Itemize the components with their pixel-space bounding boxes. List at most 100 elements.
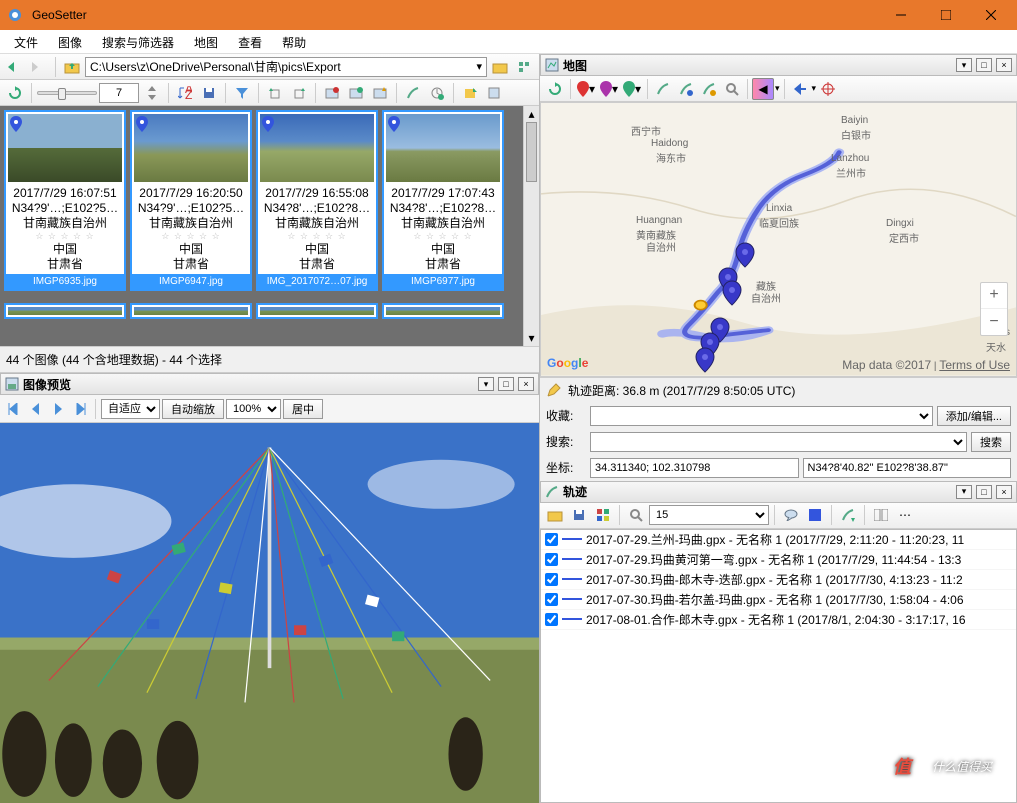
track-row[interactable]: 2017-07-30.玛曲-若尔盖-玛曲.gpx - 无名称 1 (2017/7… — [541, 590, 1016, 610]
track-checkbox[interactable] — [545, 593, 558, 606]
panel-dropdown-button[interactable]: ▾ — [956, 485, 972, 499]
map-view[interactable]: 西宁市 Haidong 海东市 Baiyin 白银市 Lanzhou 兰州市 L… — [540, 102, 1017, 377]
panel-maximize-button[interactable]: □ — [976, 485, 992, 499]
geo-mode2-button[interactable] — [345, 82, 367, 104]
tree-button[interactable] — [513, 56, 535, 78]
fit-select[interactable]: 自适应 — [101, 399, 160, 419]
tracks-button[interactable] — [402, 82, 424, 104]
thumbnail[interactable]: 2017/7/29 16:07:51 N34?9'…;E102?5… 甘南藏族自… — [4, 110, 126, 291]
crosshair-button[interactable] — [817, 78, 839, 100]
thumbnail-scrollbar[interactable]: ▴ ▾ — [523, 106, 539, 346]
spinner-up-down[interactable] — [141, 82, 163, 104]
open-track-button[interactable] — [544, 504, 566, 526]
menu-file[interactable]: 文件 — [4, 30, 48, 53]
menu-map[interactable]: 地图 — [184, 30, 228, 53]
last-button[interactable] — [70, 399, 90, 419]
track-row[interactable]: 2017-08-01.合作-郎木寺.gpx - 无名称 1 (2017/8/1,… — [541, 610, 1016, 630]
track-row[interactable]: 2017-07-29.玛曲黄河第一弯.gpx - 无名称 1 (2017/7/2… — [541, 550, 1016, 570]
save-all-button[interactable] — [198, 82, 220, 104]
favorites-select[interactable] — [590, 406, 933, 426]
zoom-select[interactable]: 100% — [226, 399, 281, 419]
zoom-out-button[interactable]: − — [981, 309, 1007, 335]
track-checkbox[interactable] — [545, 613, 558, 626]
minimize-button[interactable] — [878, 0, 923, 30]
coords-dms-input[interactable] — [803, 458, 1012, 478]
panel-dropdown-button[interactable]: ▾ — [956, 58, 972, 72]
menu-help[interactable]: 帮助 — [272, 30, 316, 53]
track-sync-button[interactable] — [837, 504, 859, 526]
panel-close-button[interactable]: × — [518, 377, 534, 391]
search-submit-button[interactable]: 搜索 — [971, 432, 1011, 452]
add-edit-button[interactable]: 添加/编辑... — [937, 406, 1011, 426]
back-button[interactable] — [4, 56, 26, 78]
open-folder-button[interactable] — [489, 56, 511, 78]
thumbnail[interactable]: 2017/7/29 17:07:43 N34?8'…;E102?8… 甘南藏族自… — [382, 110, 504, 291]
up-folder-button[interactable] — [61, 56, 83, 78]
track-tag-button[interactable] — [698, 78, 720, 100]
track-row[interactable]: 2017-07-30.玛曲-郎木寺-迭部.gpx - 无名称 1 (2017/7… — [541, 570, 1016, 590]
thumb-rating[interactable]: ☆ ☆ ☆ ☆ ☆ — [8, 231, 122, 242]
panel-close-button[interactable]: × — [996, 58, 1012, 72]
panel-close-button[interactable]: × — [996, 485, 1012, 499]
filter-button[interactable] — [231, 82, 253, 104]
geo-mode3-button[interactable] — [369, 82, 391, 104]
track-zoom-select[interactable]: 15 — [649, 505, 769, 525]
thumbnail[interactable]: 2017/7/29 16:55:08 N34?8'…;E102?8… 甘南藏族自… — [256, 110, 378, 291]
refresh-button[interactable] — [4, 82, 26, 104]
track-checkbox[interactable] — [545, 553, 558, 566]
panel-dropdown-button[interactable]: ▾ — [478, 377, 494, 391]
track-sync-button[interactable] — [675, 78, 697, 100]
zoom-in-button[interactable]: + — [981, 283, 1007, 309]
geo-mode1-button[interactable] — [321, 82, 343, 104]
thumbnail[interactable] — [382, 303, 504, 319]
thumbnail-grid[interactable]: 2017/7/29 16:07:51 N34?9'…;E102?5… 甘南藏族自… — [0, 106, 539, 346]
coords-decimal-input[interactable] — [590, 458, 799, 478]
menu-view[interactable]: 查看 — [228, 30, 272, 53]
track-import-button[interactable] — [652, 78, 674, 100]
thumbnail[interactable] — [130, 303, 252, 319]
first-button[interactable] — [4, 399, 24, 419]
direction-left-button[interactable]: ◀ — [752, 78, 774, 100]
extra-button[interactable] — [483, 82, 505, 104]
track-palette-button[interactable] — [592, 504, 614, 526]
map-refresh-button[interactable] — [544, 78, 566, 100]
thumbnail[interactable]: 2017/7/29 16:20:50 N34?9'…;E102?5… 甘南藏族自… — [130, 110, 252, 291]
track-bubble-button[interactable] — [780, 504, 802, 526]
forward-button[interactable] — [28, 56, 50, 78]
prev-button[interactable] — [26, 399, 46, 419]
panel-maximize-button[interactable]: □ — [976, 58, 992, 72]
tracks-panel-header[interactable]: 轨迹 ▾ □ × — [540, 481, 1017, 503]
rotate-right-button[interactable] — [288, 82, 310, 104]
thumbnail[interactable] — [4, 303, 126, 319]
titlebar[interactable]: GeoSetter — [0, 0, 1017, 30]
center-button[interactable]: 居中 — [283, 399, 323, 419]
track-columns-button[interactable] — [870, 504, 892, 526]
preview-panel-header[interactable]: 图像预览 ▾ □ × — [0, 373, 539, 395]
close-button[interactable] — [968, 0, 1013, 30]
map-panel-header[interactable]: 地图 ▾ □ × — [540, 54, 1017, 76]
track-checkbox[interactable] — [545, 533, 558, 546]
export-button[interactable] — [459, 82, 481, 104]
maximize-button[interactable] — [923, 0, 968, 30]
marker-green-button[interactable]: ▾ — [621, 78, 643, 100]
track-search-button[interactable] — [625, 504, 647, 526]
show-marker-button[interactable] — [789, 78, 811, 100]
timezone-button[interactable] — [426, 82, 448, 104]
search-select[interactable] — [590, 432, 967, 452]
sort-button[interactable]: AZ — [174, 82, 196, 104]
path-input[interactable]: C:\Users\z\OneDrive\Personal\甘南\pics\Exp… — [85, 57, 487, 77]
track-checkbox[interactable] — [545, 573, 558, 586]
track-row[interactable]: 2017-07-29.兰州-玛曲.gpx - 无名称 1 (2017/7/29,… — [541, 530, 1016, 550]
panel-maximize-button[interactable]: □ — [498, 377, 514, 391]
menu-search[interactable]: 搜索与筛选器 — [92, 30, 184, 53]
preview-image[interactable] — [0, 423, 539, 803]
thumb-size-spinner[interactable] — [99, 83, 139, 103]
search-button[interactable] — [721, 78, 743, 100]
rotate-left-button[interactable] — [264, 82, 286, 104]
track-color-button[interactable] — [804, 504, 826, 526]
next-button[interactable] — [48, 399, 68, 419]
marker-purple-button[interactable]: ▾ — [598, 78, 620, 100]
save-track-button[interactable] — [568, 504, 590, 526]
autozoom-button[interactable]: 自动缩放 — [162, 399, 224, 419]
menu-image[interactable]: 图像 — [48, 30, 92, 53]
